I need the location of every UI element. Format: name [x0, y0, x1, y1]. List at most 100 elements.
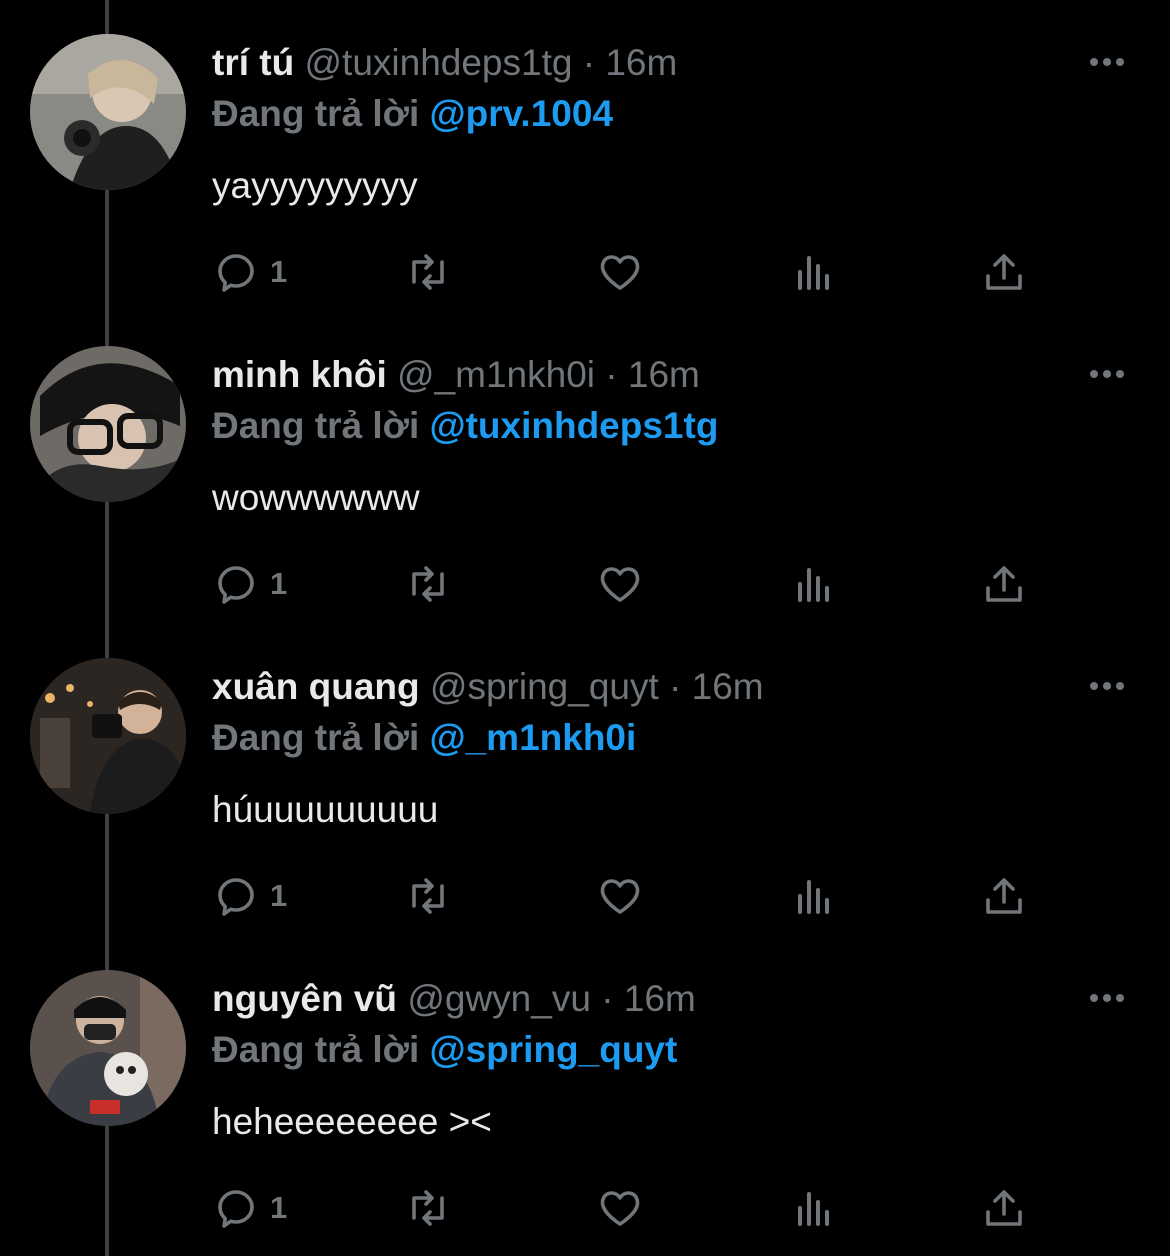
username-handle[interactable]: @tuxinhdeps1tg: [304, 42, 572, 83]
retweet-button[interactable]: [402, 246, 454, 298]
share-upload-icon: [986, 1190, 1022, 1226]
views-bar-icon: [798, 880, 829, 914]
share-button[interactable]: [980, 870, 1028, 922]
tweet-header: minh khôi @_m1nkh0i · 16m: [212, 352, 700, 398]
more-options-button[interactable]: [1082, 980, 1132, 1016]
display-name[interactable]: minh khôi: [212, 354, 387, 395]
reply-bubble-icon: [218, 566, 254, 604]
reply-tweet[interactable]: trí tú @tuxinhdeps1tg · 16m Đang trả lời…: [0, 0, 1170, 312]
reply-bubble-icon: [218, 1190, 254, 1228]
more-horizontal-icon: [1090, 994, 1124, 1002]
timestamp[interactable]: 16m: [624, 978, 696, 1019]
tweet-text: húuuuuuuuuu: [212, 789, 439, 830]
replying-to-line: Đang trả lời @spring_quyt: [212, 1027, 677, 1073]
avatar[interactable]: [30, 346, 186, 502]
avatar[interactable]: [30, 34, 186, 190]
reply-bubble-icon: [218, 878, 254, 916]
replying-to-label: Đang trả lời: [212, 1029, 420, 1070]
views-button[interactable]: [790, 246, 838, 298]
more-horizontal-icon: [1090, 682, 1124, 690]
retweet-button[interactable]: [402, 1182, 454, 1234]
heart-icon: [600, 879, 640, 914]
retweet-icon: [412, 254, 444, 290]
views-button[interactable]: [790, 870, 838, 922]
reply-button[interactable]: 1: [212, 870, 287, 922]
avatar[interactable]: [30, 970, 186, 1126]
views-button[interactable]: [790, 1182, 838, 1234]
replying-to-handle[interactable]: @_m1nkh0i: [430, 717, 637, 758]
more-options-button[interactable]: [1082, 44, 1132, 80]
share-upload-icon: [986, 566, 1022, 602]
share-button[interactable]: [980, 246, 1028, 298]
reply-bubble-icon: [218, 254, 254, 292]
replying-to-handle[interactable]: @spring_quyt: [430, 1029, 678, 1070]
reply-count: 1: [270, 1190, 288, 1225]
like-button[interactable]: [596, 870, 644, 922]
tweet-header: nguyên vũ @gwyn_vu · 16m: [212, 976, 696, 1022]
like-button[interactable]: [596, 246, 644, 298]
username-handle[interactable]: @gwyn_vu: [407, 978, 591, 1019]
replying-to-label: Đang trả lời: [212, 717, 420, 758]
replying-to-line: Đang trả lời @_m1nkh0i: [212, 715, 636, 761]
replying-to-line: Đang trả lời @tuxinhdeps1tg: [212, 403, 718, 449]
reply-tweet[interactable]: xuân quang @spring_quyt · 16m Đang trả l…: [0, 624, 1170, 936]
views-button[interactable]: [790, 558, 838, 610]
separator-dot: ·: [605, 354, 618, 395]
retweet-icon: [412, 878, 444, 914]
retweet-button[interactable]: [402, 558, 454, 610]
tweet-header: trí tú @tuxinhdeps1tg · 16m: [212, 40, 677, 86]
more-horizontal-icon: [1090, 58, 1124, 66]
action-bar: 1: [212, 558, 1042, 610]
retweet-icon: [412, 1190, 444, 1226]
replying-to-line: Đang trả lời @prv.1004: [212, 91, 613, 137]
heart-icon: [600, 1191, 640, 1226]
reply-button[interactable]: 1: [212, 558, 287, 610]
views-bar-icon: [798, 568, 829, 602]
share-upload-icon: [986, 254, 1022, 290]
retweet-button[interactable]: [402, 870, 454, 922]
share-upload-icon: [986, 878, 1022, 914]
reply-tweet[interactable]: nguyên vũ @gwyn_vu · 16m Đang trả lời @s…: [0, 936, 1170, 1248]
display-name[interactable]: nguyên vũ: [212, 978, 397, 1019]
action-bar: 1: [212, 1182, 1042, 1234]
tweet-text: wowwwwww: [212, 477, 420, 518]
heart-icon: [600, 255, 640, 290]
separator-dot: ·: [601, 978, 614, 1019]
views-bar-icon: [798, 256, 829, 290]
views-bar-icon: [798, 1192, 829, 1226]
tweet-text: heheeeeeeee ><: [212, 1101, 492, 1142]
reply-count: 1: [270, 878, 288, 913]
action-bar: 1: [212, 246, 1042, 298]
separator-dot: ·: [582, 42, 596, 83]
display-name[interactable]: xuân quang: [212, 666, 420, 707]
username-handle[interactable]: @_m1nkh0i: [397, 354, 595, 395]
more-options-button[interactable]: [1082, 356, 1132, 392]
tweet-text: yayyyyyyyyy: [212, 165, 418, 206]
avatar[interactable]: [30, 658, 186, 814]
reply-tweet[interactable]: minh khôi @_m1nkh0i · 16m Đang trả lời @…: [0, 312, 1170, 624]
tweet-header: xuân quang @spring_quyt · 16m: [212, 664, 764, 710]
timestamp[interactable]: 16m: [605, 42, 677, 83]
heart-icon: [600, 567, 640, 602]
retweet-icon: [412, 566, 444, 602]
username-handle[interactable]: @spring_quyt: [430, 666, 659, 707]
reply-button[interactable]: 1: [212, 1182, 287, 1234]
timestamp[interactable]: 16m: [628, 354, 700, 395]
action-bar: 1: [212, 870, 1042, 922]
timestamp[interactable]: 16m: [692, 666, 764, 707]
replying-to-handle[interactable]: @tuxinhdeps1tg: [430, 405, 719, 446]
reply-count: 1: [270, 566, 288, 601]
like-button[interactable]: [596, 558, 644, 610]
replying-to-label: Đang trả lời: [212, 405, 420, 446]
reply-button[interactable]: 1: [212, 246, 287, 298]
like-button[interactable]: [596, 1182, 644, 1234]
share-button[interactable]: [980, 558, 1028, 610]
reply-count: 1: [270, 254, 288, 289]
display-name[interactable]: trí tú: [212, 42, 294, 83]
more-horizontal-icon: [1090, 370, 1124, 378]
separator-dot: ·: [669, 666, 682, 707]
more-options-button[interactable]: [1082, 668, 1132, 704]
replying-to-handle[interactable]: @prv.1004: [430, 93, 614, 134]
replying-to-label: Đang trả lời: [212, 93, 420, 134]
share-button[interactable]: [980, 1182, 1028, 1234]
